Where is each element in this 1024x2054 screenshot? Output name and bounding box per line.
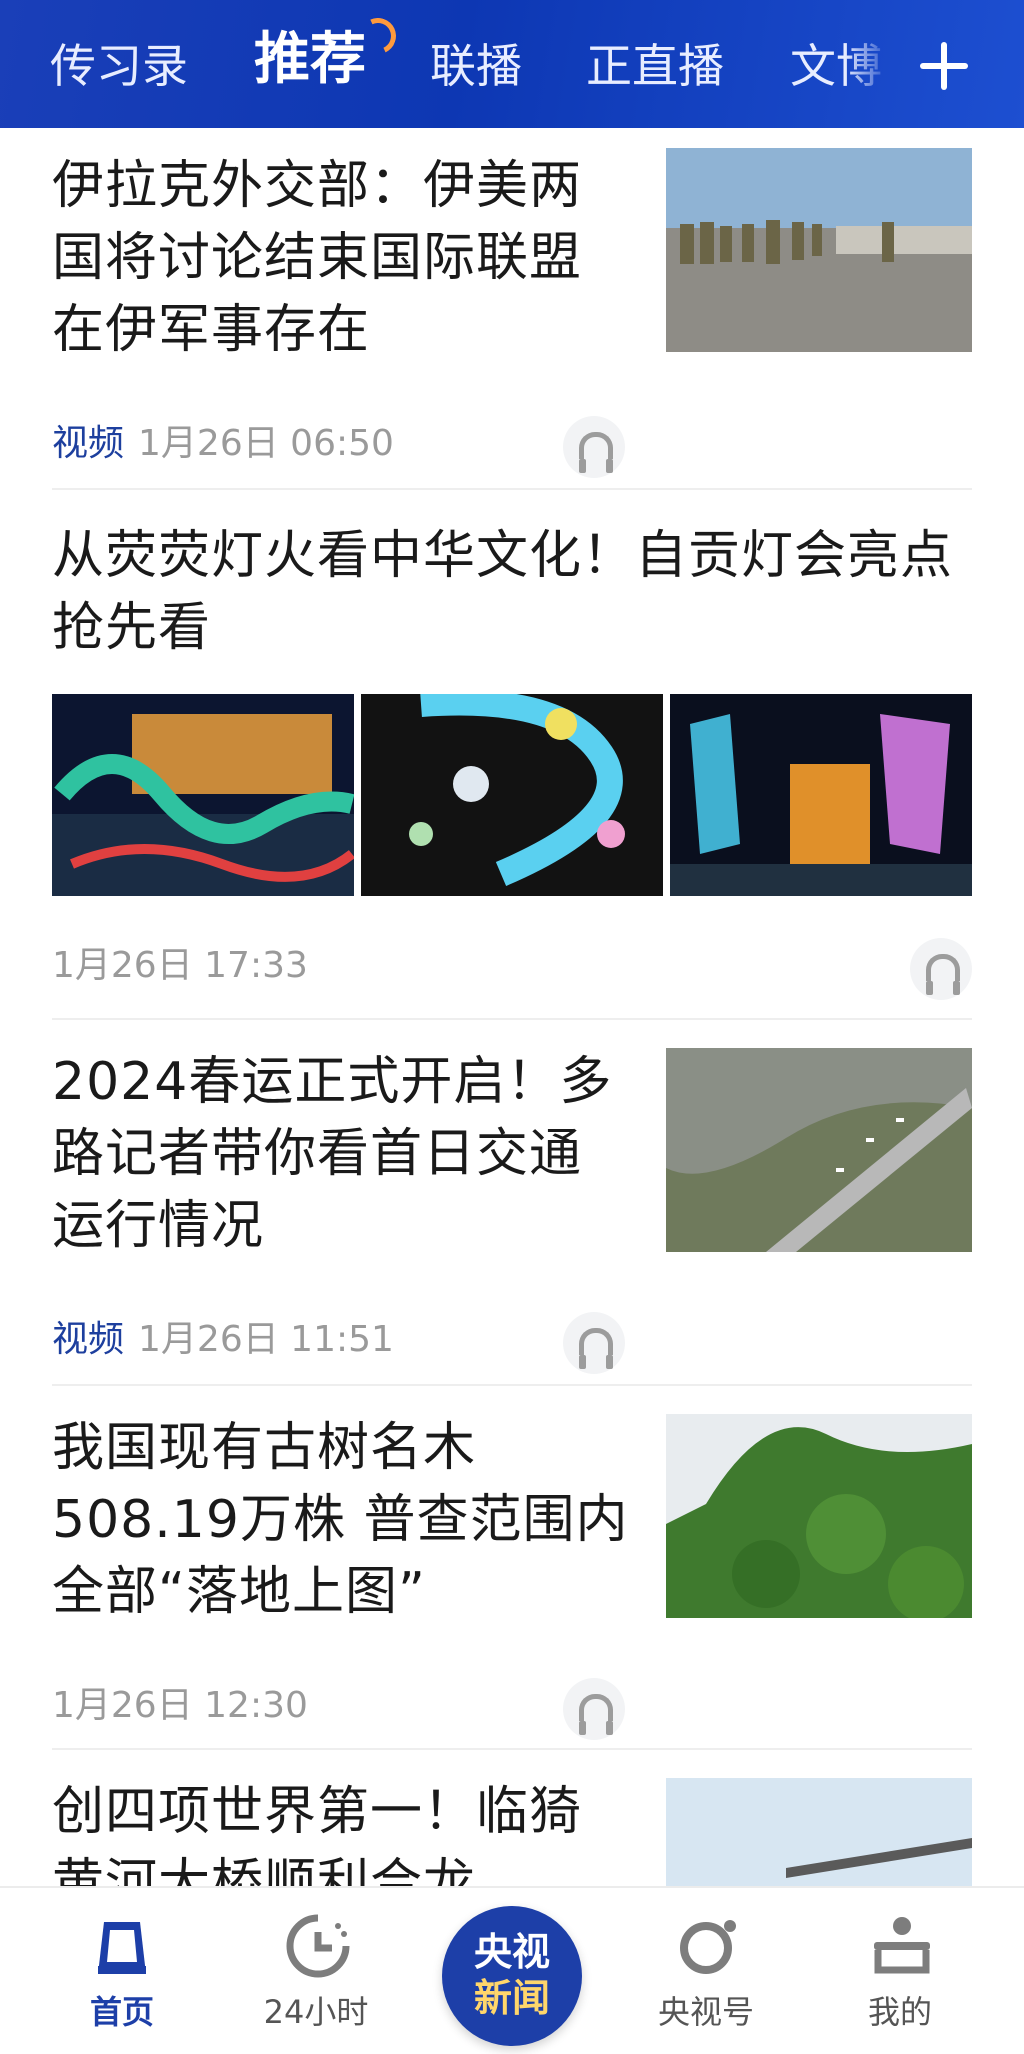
channel-icon: [680, 1920, 736, 1974]
cctv-news-logo[interactable]: 央视 新闻: [442, 1906, 582, 2046]
listen-button[interactable]: [563, 416, 625, 478]
article-image-2: [361, 694, 663, 896]
article-time: 1月26日 11:51: [138, 1319, 394, 1360]
tab-wenbo[interactable]: 文博: [790, 34, 890, 98]
article-meta: 视频 1月26日 11:51: [52, 1318, 394, 1362]
tab-lianbo[interactable]: 联播: [430, 34, 522, 98]
divider: [52, 1748, 972, 1750]
nav-24h[interactable]: 24小时: [226, 1888, 406, 2054]
article-thumbnail: [666, 1048, 972, 1252]
list-item[interactable]: 我国现有古树名木508.19万株 普查范围内全部“落地上图” 1月26日 12:…: [52, 1412, 972, 1752]
add-channel-icon[interactable]: [920, 42, 968, 90]
logo-text-1: 央视: [473, 1930, 550, 1974]
tab-chuanxilu[interactable]: 传习录: [50, 34, 188, 98]
listen-button[interactable]: [563, 1312, 625, 1374]
clock-icon: [286, 1914, 350, 1978]
nav-profile-label: 我的: [867, 1993, 932, 2031]
divider: [52, 488, 972, 490]
nav-home-label: 首页: [89, 1993, 154, 2031]
article-title: 我国现有古树名木508.19万株 普查范围内全部“落地上图”: [52, 1418, 629, 1622]
news-feed[interactable]: 伊拉克外交部：伊美两国将讨论结束国际联盟在伊军事存在 视频 1月26日 06:50: [0, 128, 1024, 1886]
headphones-icon: [579, 432, 613, 473]
article-title: 2024春运正式开启！多路记者带你看首日交通运行情况: [52, 1052, 613, 1256]
article-time: 1月26日 17:33: [52, 945, 308, 986]
divider: [52, 1018, 972, 1020]
listen-button[interactable]: [910, 938, 972, 1000]
divider: [52, 1384, 972, 1386]
article-meta: 1月26日 17:33: [52, 944, 308, 988]
article-title: 伊拉克外交部：伊美两国将讨论结束国际联盟在伊军事存在: [52, 156, 583, 360]
listen-button[interactable]: [563, 1678, 625, 1740]
list-item[interactable]: 从荧荧灯火看中华文化！自贡灯会亮点抢先看 1月26日 17:33: [52, 520, 972, 1120]
article-thumbnail: [666, 148, 972, 352]
home-icon: [98, 1922, 146, 1974]
video-tag: 视频: [52, 1319, 125, 1360]
headphones-icon: [926, 954, 960, 995]
logo-text-2: 新闻: [473, 1976, 550, 2020]
article-meta: 1月26日 12:30: [52, 1684, 308, 1728]
headphones-icon: [579, 1328, 613, 1369]
profile-icon: [874, 1917, 930, 1974]
bottom-nav: 首页 24小时 央视 新闻 央视号 我的: [0, 1886, 1024, 2054]
list-item[interactable]: 2024春运正式开启！多路记者带你看首日交通运行情况 视频 1月26日 11:51: [52, 1046, 972, 1386]
headphones-icon: [579, 1694, 613, 1735]
tab-live[interactable]: 正直播: [586, 34, 724, 98]
nav-profile[interactable]: 我的: [810, 1888, 990, 2054]
article-title: 从荧荧灯火看中华文化！自贡灯会亮点抢先看: [52, 526, 954, 658]
article-time: 1月26日 06:50: [138, 423, 394, 464]
nav-home[interactable]: 首页: [32, 1888, 212, 2054]
nav-channel-label: 央视号: [657, 1993, 754, 2031]
article-thumbnail: [666, 1414, 972, 1618]
tab-recommend[interactable]: 推荐: [254, 28, 366, 92]
article-thumbnail: [666, 1778, 972, 1886]
article-title: 创四项世界第一！临猗黄河大桥顺利合龙: [52, 1782, 583, 1886]
video-tag: 视频: [52, 423, 125, 464]
article-image-3: [670, 694, 972, 896]
article-image-1: [52, 694, 354, 896]
article-time: 1月26日 12:30: [52, 1685, 308, 1726]
nav-24h-label: 24小时: [263, 1993, 369, 2031]
nav-channel[interactable]: 央视号: [616, 1888, 796, 2054]
list-item[interactable]: 创四项世界第一！临猗黄河大桥顺利合龙: [52, 1776, 972, 1886]
list-item[interactable]: 伊拉克外交部：伊美两国将讨论结束国际联盟在伊军事存在 视频 1月26日 06:50: [52, 148, 972, 480]
channel-tab-bar: 传习录 推荐 联播 正直播 文博: [0, 0, 1024, 128]
article-meta: 视频 1月26日 06:50: [52, 422, 394, 466]
